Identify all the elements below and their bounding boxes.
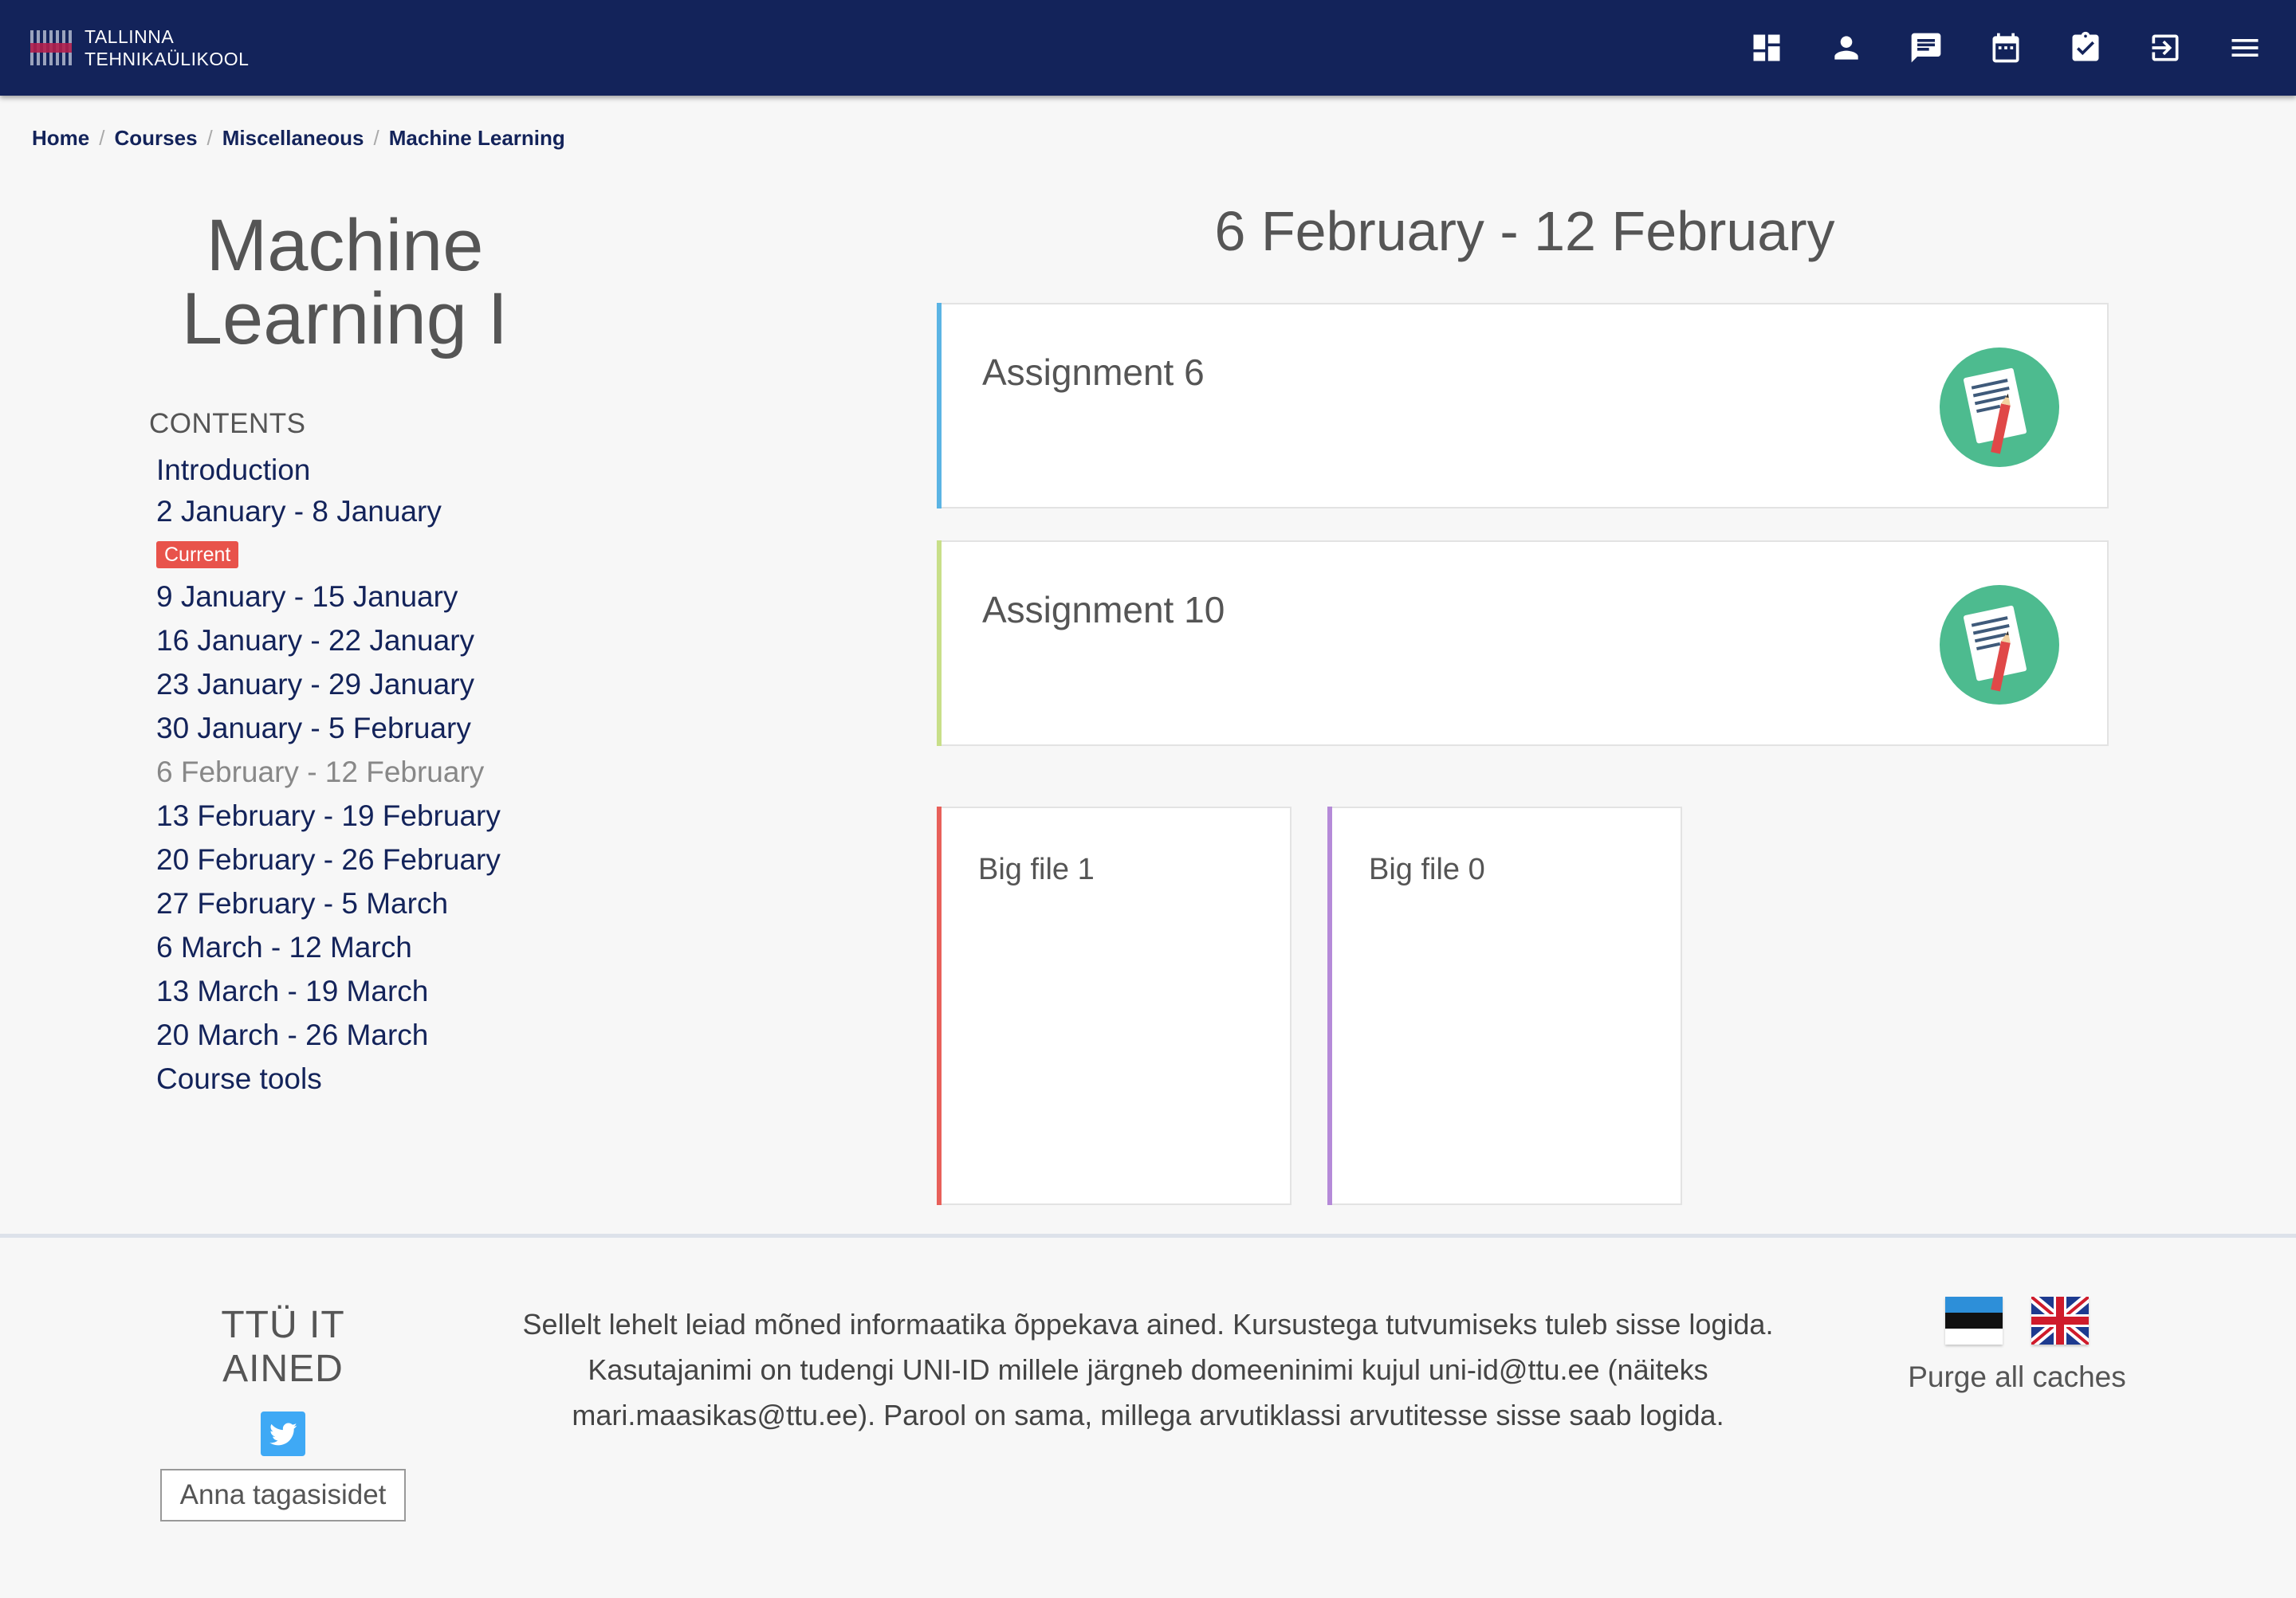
toc-item: 20 February - 26 February bbox=[156, 843, 501, 876]
menu-icon[interactable] bbox=[2226, 29, 2264, 67]
estonian-flag-icon[interactable] bbox=[1945, 1297, 2003, 1345]
footer-brand: TTÜ IT AINED Anna tagasisidet bbox=[159, 1303, 407, 1521]
breadcrumb-separator: / bbox=[206, 126, 213, 150]
page-footer: TTÜ IT AINED Anna tagasisidet Sellelt le… bbox=[0, 1234, 2296, 1598]
toc-item: Introduction bbox=[156, 453, 311, 486]
activity-stripe bbox=[937, 303, 942, 508]
breadcrumb-courses[interactable]: Courses bbox=[114, 126, 197, 151]
twitter-icon[interactable] bbox=[261, 1412, 305, 1456]
contents-list: Introduction 2 January - 8 January Curre… bbox=[149, 448, 501, 1101]
footer-description: Sellelt lehelt leiad mõned informaatika … bbox=[522, 1308, 1774, 1431]
university-logo[interactable]: TALLINNA TEHNIKAÜLIKOOL bbox=[29, 19, 249, 77]
assignment-icon bbox=[1940, 347, 2059, 467]
logo-mark-icon bbox=[30, 30, 72, 65]
course-contents: CONTENTS Introduction 2 January - 8 Janu… bbox=[149, 408, 501, 1101]
file-name[interactable]: Big file 0 bbox=[1369, 853, 1485, 887]
activity-card-assignment[interactable]: Assignment 10 bbox=[937, 540, 2109, 746]
breadcrumb-home[interactable]: Home bbox=[32, 126, 89, 151]
language-flags bbox=[1897, 1297, 2137, 1345]
toc-item: 6 March - 12 March bbox=[156, 931, 412, 964]
activity-name[interactable]: Assignment 10 bbox=[982, 588, 1225, 631]
breadcrumb-miscellaneous[interactable]: Miscellaneous bbox=[222, 126, 364, 151]
login-icon[interactable] bbox=[2146, 29, 2184, 67]
purge-caches-link[interactable]: Purge all caches bbox=[1897, 1360, 2137, 1394]
toc-item-active: 6 February - 12 February bbox=[156, 756, 485, 788]
footer-brand-title: TTÜ IT AINED bbox=[221, 1304, 345, 1390]
breadcrumb-separator: / bbox=[99, 126, 105, 150]
file-stripe bbox=[1327, 807, 1332, 1205]
logo-line-2: TEHNIKAÜLIKOOL bbox=[85, 49, 250, 69]
activity-stripe bbox=[937, 540, 942, 746]
toc-item: 13 February - 19 February bbox=[156, 799, 501, 832]
profile-icon[interactable] bbox=[1827, 29, 1866, 67]
toc-item: 13 March - 19 March bbox=[156, 975, 429, 1007]
assignment-icon bbox=[1940, 585, 2059, 705]
activity-card-assignment[interactable]: Assignment 6 bbox=[937, 303, 2109, 508]
current-badge: Current bbox=[156, 541, 239, 568]
breadcrumb-separator: / bbox=[373, 126, 379, 150]
navbar-icons bbox=[1706, 29, 2264, 67]
breadcrumb-machine-learning[interactable]: Machine Learning bbox=[389, 126, 565, 151]
footer-language: Purge all caches bbox=[1897, 1297, 2137, 1394]
toc-item: 27 February - 5 March bbox=[156, 887, 449, 920]
dashboard-icon[interactable] bbox=[1748, 29, 1786, 67]
file-card[interactable]: Big file 0 bbox=[1327, 807, 1682, 1205]
toc-item: 20 March - 26 March bbox=[156, 1019, 429, 1051]
uk-flag-icon[interactable] bbox=[2031, 1297, 2089, 1345]
top-navbar: TALLINNA TEHNIKAÜLIKOOL bbox=[0, 0, 2296, 96]
contents-heading: CONTENTS bbox=[149, 408, 306, 439]
breadcrumb: Home / Courses / Miscellaneous / Machine… bbox=[32, 126, 565, 151]
toc-item: 9 January - 15 January bbox=[156, 580, 458, 613]
toc-item-course-tools: Course tools bbox=[156, 1062, 322, 1095]
file-card[interactable]: Big file 1 bbox=[937, 807, 1292, 1205]
course-title: Machine Learning I bbox=[181, 205, 509, 359]
file-stripe bbox=[937, 807, 942, 1205]
feedback-button[interactable]: Anna tagasisidet bbox=[160, 1469, 406, 1521]
toc-item: 23 January - 29 January bbox=[156, 668, 475, 701]
file-name[interactable]: Big file 1 bbox=[978, 853, 1095, 887]
activity-name[interactable]: Assignment 6 bbox=[982, 351, 1205, 394]
section-title: 6 February - 12 February bbox=[1214, 200, 1835, 262]
toc-item: 30 January - 5 February bbox=[156, 712, 471, 744]
logo-line-1: TALLINNA bbox=[85, 26, 175, 47]
calendar-icon[interactable] bbox=[1987, 29, 2025, 67]
toc-item: 16 January - 22 January bbox=[156, 624, 475, 657]
grades-icon[interactable] bbox=[2066, 29, 2105, 67]
messages-icon[interactable] bbox=[1907, 29, 1945, 67]
toc-item: 2 January - 8 January Current bbox=[156, 492, 501, 575]
